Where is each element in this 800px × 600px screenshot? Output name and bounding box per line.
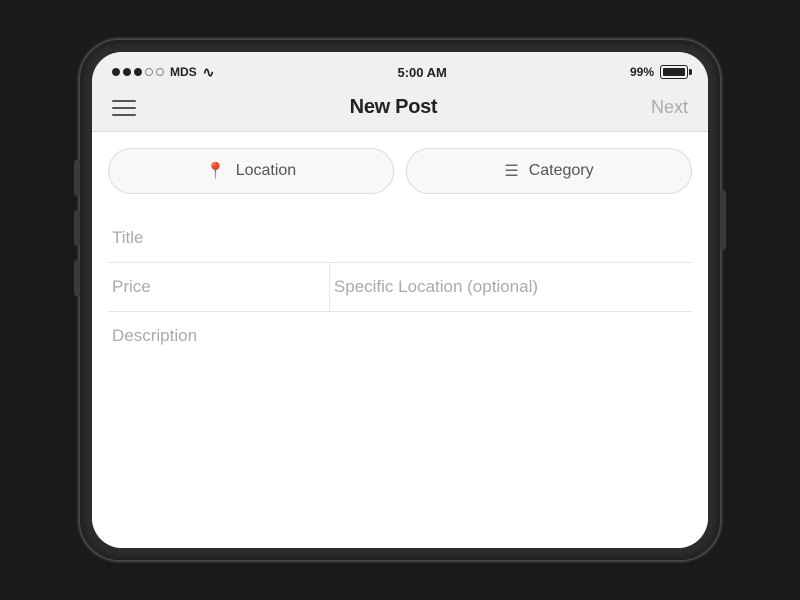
menu-button[interactable]	[112, 100, 136, 116]
status-bar: MDS ∿ 5:00 AM 99%	[92, 52, 708, 88]
status-right: 99%	[630, 65, 688, 79]
location-button[interactable]: 📍 Location	[108, 148, 394, 194]
next-button[interactable]: Next	[651, 97, 688, 118]
price-location-row: Price Specific Location (optional)	[108, 263, 692, 312]
phone-frame: MDS ∿ 5:00 AM 99% New Post Next	[80, 40, 720, 560]
signal-dot-3	[134, 68, 142, 76]
battery-body	[660, 65, 688, 79]
signal-dot-2	[123, 68, 131, 76]
title-field[interactable]: Title	[108, 214, 692, 263]
screen: MDS ∿ 5:00 AM 99% New Post Next	[92, 52, 708, 548]
description-field[interactable]: Description	[108, 312, 692, 532]
price-field[interactable]: Price	[108, 263, 330, 311]
time-display: 5:00 AM	[398, 65, 447, 80]
hamburger-line-2	[112, 107, 136, 109]
title-placeholder: Title	[112, 228, 144, 247]
battery-fill	[663, 68, 685, 76]
page-title: New Post	[350, 96, 438, 119]
specific-location-field[interactable]: Specific Location (optional)	[330, 263, 692, 311]
hamburger-line-1	[112, 100, 136, 102]
location-pin-icon: 📍	[206, 161, 226, 181]
nav-bar: New Post Next	[92, 88, 708, 132]
hamburger-line-3	[112, 114, 136, 116]
status-left: MDS ∿	[112, 64, 214, 81]
battery-percent: 99%	[630, 65, 654, 79]
wifi-icon: ∿	[203, 64, 215, 81]
signal-dot-5	[156, 68, 164, 76]
price-placeholder: Price	[112, 277, 151, 296]
category-icon: ☰	[504, 161, 518, 181]
category-button-label: Category	[529, 162, 594, 180]
category-button[interactable]: ☰ Category	[406, 148, 692, 194]
carrier-label: MDS	[170, 65, 197, 79]
main-content: 📍 Location ☰ Category Title Price Specif…	[92, 132, 708, 548]
specific-location-placeholder: Specific Location (optional)	[334, 277, 538, 296]
filter-row: 📍 Location ☰ Category	[108, 148, 692, 210]
location-button-label: Location	[236, 162, 297, 180]
signal-dot-4	[145, 68, 153, 76]
signal-dots	[112, 68, 164, 76]
description-placeholder: Description	[112, 326, 197, 345]
battery-icon	[660, 65, 688, 79]
signal-dot-1	[112, 68, 120, 76]
